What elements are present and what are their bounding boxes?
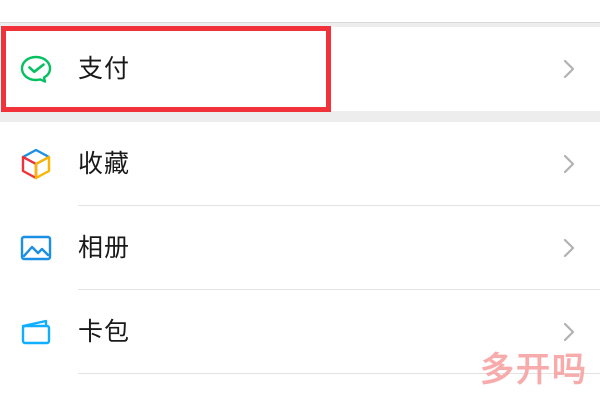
album-picture-icon <box>19 231 53 265</box>
section-divider <box>0 22 600 23</box>
menu-item-album[interactable]: 相册 <box>0 206 600 290</box>
chevron-right-icon <box>562 153 576 175</box>
section-gap <box>0 111 600 122</box>
chevron-right-icon <box>562 321 576 343</box>
wechat-pay-icon <box>19 52 53 86</box>
favorites-cube-icon <box>19 147 53 181</box>
watermark-logo: 多开吗 <box>480 350 588 390</box>
menu-item-label: 支付 <box>78 54 131 83</box>
previous-row-remnant <box>0 0 600 22</box>
menu-item-label: 收藏 <box>78 149 131 178</box>
card-wallet-icon <box>19 315 53 349</box>
menu-item-pay[interactable]: 支付 <box>0 27 600 111</box>
menu-item-favorites[interactable]: 收藏 <box>0 122 600 206</box>
settings-screen: 支付 收藏 相册 卡包 多开吗 <box>0 0 600 400</box>
menu-item-label: 相册 <box>78 233 131 262</box>
chevron-right-icon <box>562 237 576 259</box>
menu-item-label: 卡包 <box>78 317 131 346</box>
chevron-right-icon <box>562 58 576 80</box>
